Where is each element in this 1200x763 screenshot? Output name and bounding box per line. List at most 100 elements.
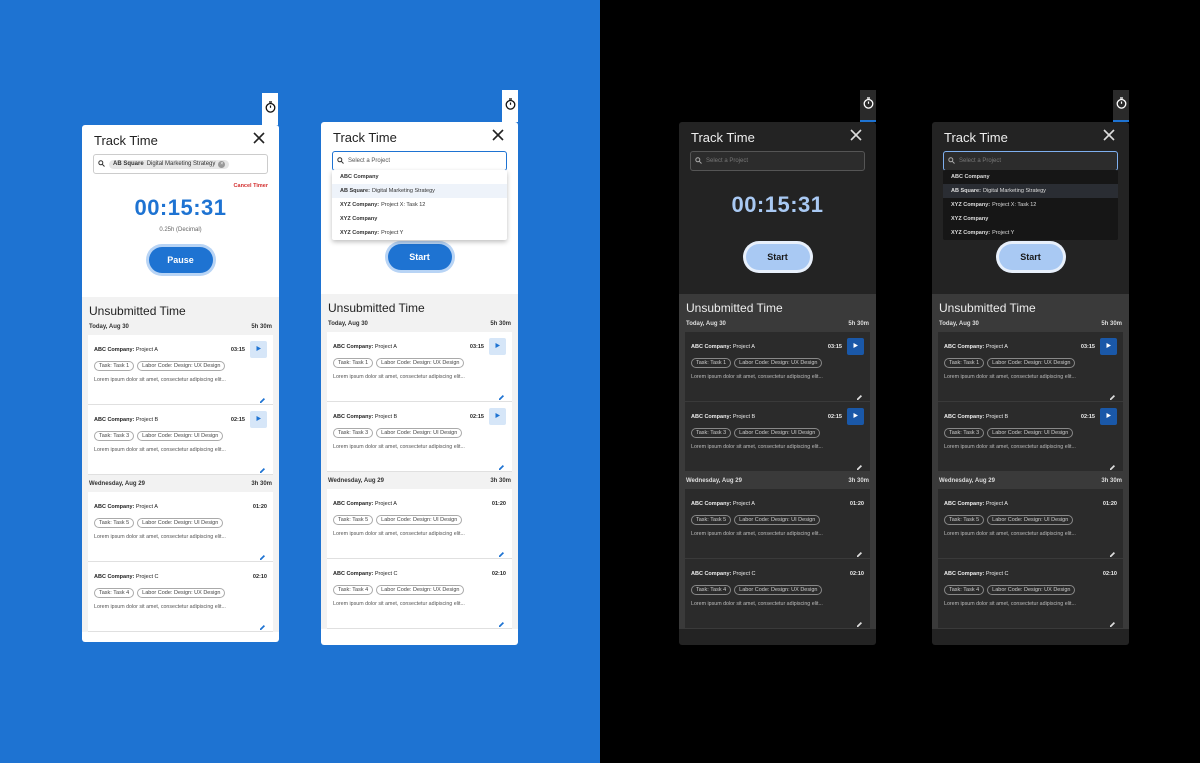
option-project: Digital Marketing Strategy: [371, 188, 435, 194]
close-button[interactable]: [251, 130, 267, 146]
edit-icon[interactable]: [259, 548, 266, 560]
entry-description: Lorem ipsum dolor sit amet, consectetur …: [691, 601, 823, 607]
day-total: 3h 30m: [490, 478, 511, 484]
project-search[interactable]: AB Square Digital Marketing Strategy ×: [93, 154, 268, 174]
time-entry-card[interactable]: ABC Company: Project A 01:20 Task: Task …: [685, 489, 870, 559]
entry-time: 02:15: [1080, 413, 1095, 420]
edit-icon[interactable]: [498, 615, 505, 627]
play-icon: [1105, 412, 1112, 421]
entry-project: Project B: [732, 413, 756, 420]
clear-icon[interactable]: ×: [218, 160, 226, 168]
dropdown-option[interactable]: XYZ Company: Project Y: [943, 226, 1118, 240]
play-icon: [255, 415, 262, 424]
time-entry-card[interactable]: ABC Company: Project A 01:20 Task: Task …: [327, 489, 512, 559]
close-button[interactable]: [1101, 127, 1117, 143]
time-entry-card[interactable]: ABC Company: Project C 02:10 Task: Task …: [327, 559, 512, 629]
time-entry-card[interactable]: ABC Company: Project B 02:15 Task: Task …: [88, 405, 273, 475]
dropdown-option[interactable]: ABC Company: [943, 170, 1118, 184]
track-time-panel: Track Time Select a Project ABC Company AB …: [321, 122, 518, 645]
task-tag: Task: Task 4: [691, 585, 732, 595]
start-button[interactable]: Start: [387, 244, 452, 270]
day-header: Wednesday, Aug 29 3h 30m: [939, 478, 1122, 484]
time-entry-card[interactable]: ABC Company: Project B 02:15 Task: Task …: [938, 402, 1123, 472]
edit-icon[interactable]: [498, 388, 505, 400]
stopwatch-tab[interactable]: [1113, 90, 1129, 122]
dropdown-option[interactable]: AB Square: Digital Marketing Strategy: [943, 184, 1118, 198]
entry-description: Lorem ipsum dolor sit amet, consectetur …: [333, 531, 465, 537]
edit-icon[interactable]: [856, 615, 863, 627]
start-button[interactable]: Start: [745, 244, 810, 270]
play-button[interactable]: [847, 408, 864, 425]
close-button[interactable]: [490, 127, 506, 143]
play-button[interactable]: [489, 338, 506, 355]
entry-project: Project B: [985, 413, 1009, 420]
pause-button[interactable]: Pause: [148, 247, 213, 273]
task-tag: Task: Task 3: [333, 428, 374, 438]
labor-code-tag: Labor Code: Design: UI Design: [987, 515, 1074, 525]
play-button[interactable]: [847, 338, 864, 355]
time-entry-card[interactable]: ABC Company: Project C 02:10 Task: Task …: [685, 559, 870, 629]
play-button[interactable]: [489, 408, 506, 425]
project-search[interactable]: Select a Project: [690, 151, 865, 171]
dropdown-option[interactable]: XYZ Company: Project X: Task 12: [943, 198, 1118, 212]
time-entry-card[interactable]: ABC Company: Project C 02:10 Task: Task …: [88, 562, 273, 632]
cancel-timer-link[interactable]: Cancel Timer: [234, 183, 268, 189]
play-button[interactable]: [250, 411, 267, 428]
edit-icon[interactable]: [498, 458, 505, 470]
day-total: 5h 30m: [490, 321, 511, 327]
entry-title: ABC Company: Project A: [691, 501, 755, 507]
entry-description: Lorem ipsum dolor sit amet, consectetur …: [691, 531, 823, 537]
entry-company: ABC Company:: [94, 416, 135, 423]
dropdown-option[interactable]: XYZ Company: Project Y: [332, 226, 507, 240]
entry-time: 03:15: [827, 343, 842, 350]
entry-company: ABC Company:: [333, 500, 374, 507]
time-entry-card[interactable]: ABC Company: Project A 01:20 Task: Task …: [88, 492, 273, 562]
selected-project-chip[interactable]: AB Square Digital Marketing Strategy ×: [109, 159, 230, 169]
edit-icon[interactable]: [498, 545, 505, 557]
edit-icon[interactable]: [1109, 388, 1116, 400]
labor-code-tag: Labor Code: Design: UI Design: [137, 431, 224, 441]
edit-icon[interactable]: [1109, 615, 1116, 627]
stopwatch-tab[interactable]: [262, 93, 278, 125]
edit-icon[interactable]: [1109, 458, 1116, 470]
day-header: Today, Aug 30 5h 30m: [328, 321, 511, 327]
edit-icon[interactable]: [856, 545, 863, 557]
play-button[interactable]: [1100, 338, 1117, 355]
edit-icon[interactable]: [856, 458, 863, 470]
play-button[interactable]: [250, 341, 267, 358]
dropdown-option[interactable]: XYZ Company: [943, 212, 1118, 226]
start-button[interactable]: Start: [998, 244, 1063, 270]
stopwatch-tab[interactable]: [860, 90, 876, 122]
stopwatch-tab[interactable]: [502, 90, 518, 122]
labor-code-tag: Labor Code: Design: UI Design: [376, 515, 463, 525]
time-entry-card[interactable]: ABC Company: Project B 02:15 Task: Task …: [685, 402, 870, 472]
time-entry-card[interactable]: ABC Company: Project B 02:15 Task: Task …: [327, 402, 512, 472]
time-entry-card[interactable]: ABC Company: Project A 03:15 Task: Task …: [327, 332, 512, 402]
edit-icon[interactable]: [856, 388, 863, 400]
entry-title: ABC Company: Project A: [333, 344, 397, 350]
dropdown-option[interactable]: XYZ Company: [332, 212, 507, 226]
day-header: Today, Aug 30 5h 30m: [686, 321, 869, 327]
time-entry-card[interactable]: ABC Company: Project C 02:10 Task: Task …: [938, 559, 1123, 629]
dropdown-option[interactable]: XYZ Company: Project X: Task 12: [332, 198, 507, 212]
entry-project: Project A: [732, 500, 755, 507]
edit-icon[interactable]: [259, 391, 266, 403]
edit-icon[interactable]: [1109, 545, 1116, 557]
entry-description: Lorem ipsum dolor sit amet, consectetur …: [944, 444, 1076, 450]
play-button[interactable]: [1100, 408, 1117, 425]
option-company: ABC Company: [951, 174, 990, 180]
dropdown-option[interactable]: ABC Company: [332, 170, 507, 184]
close-button[interactable]: [848, 127, 864, 143]
edit-icon[interactable]: [259, 618, 266, 630]
project-search[interactable]: Select a Project: [332, 151, 507, 171]
time-entry-card[interactable]: ABC Company: Project A 03:15 Task: Task …: [938, 332, 1123, 402]
edit-icon[interactable]: [259, 461, 266, 473]
labor-code-tag: Labor Code: Design: UI Design: [376, 428, 463, 438]
dropdown-option[interactable]: AB Square: Digital Marketing Strategy: [332, 184, 507, 198]
time-entry-card[interactable]: ABC Company: Project A 03:15 Task: Task …: [685, 332, 870, 402]
day-total: 5h 30m: [1101, 321, 1122, 327]
option-project: Project Y: [381, 230, 404, 236]
time-entry-card[interactable]: ABC Company: Project A 03:15 Task: Task …: [88, 335, 273, 405]
time-entry-card[interactable]: ABC Company: Project A 01:20 Task: Task …: [938, 489, 1123, 559]
project-search[interactable]: Select a Project: [943, 151, 1118, 171]
